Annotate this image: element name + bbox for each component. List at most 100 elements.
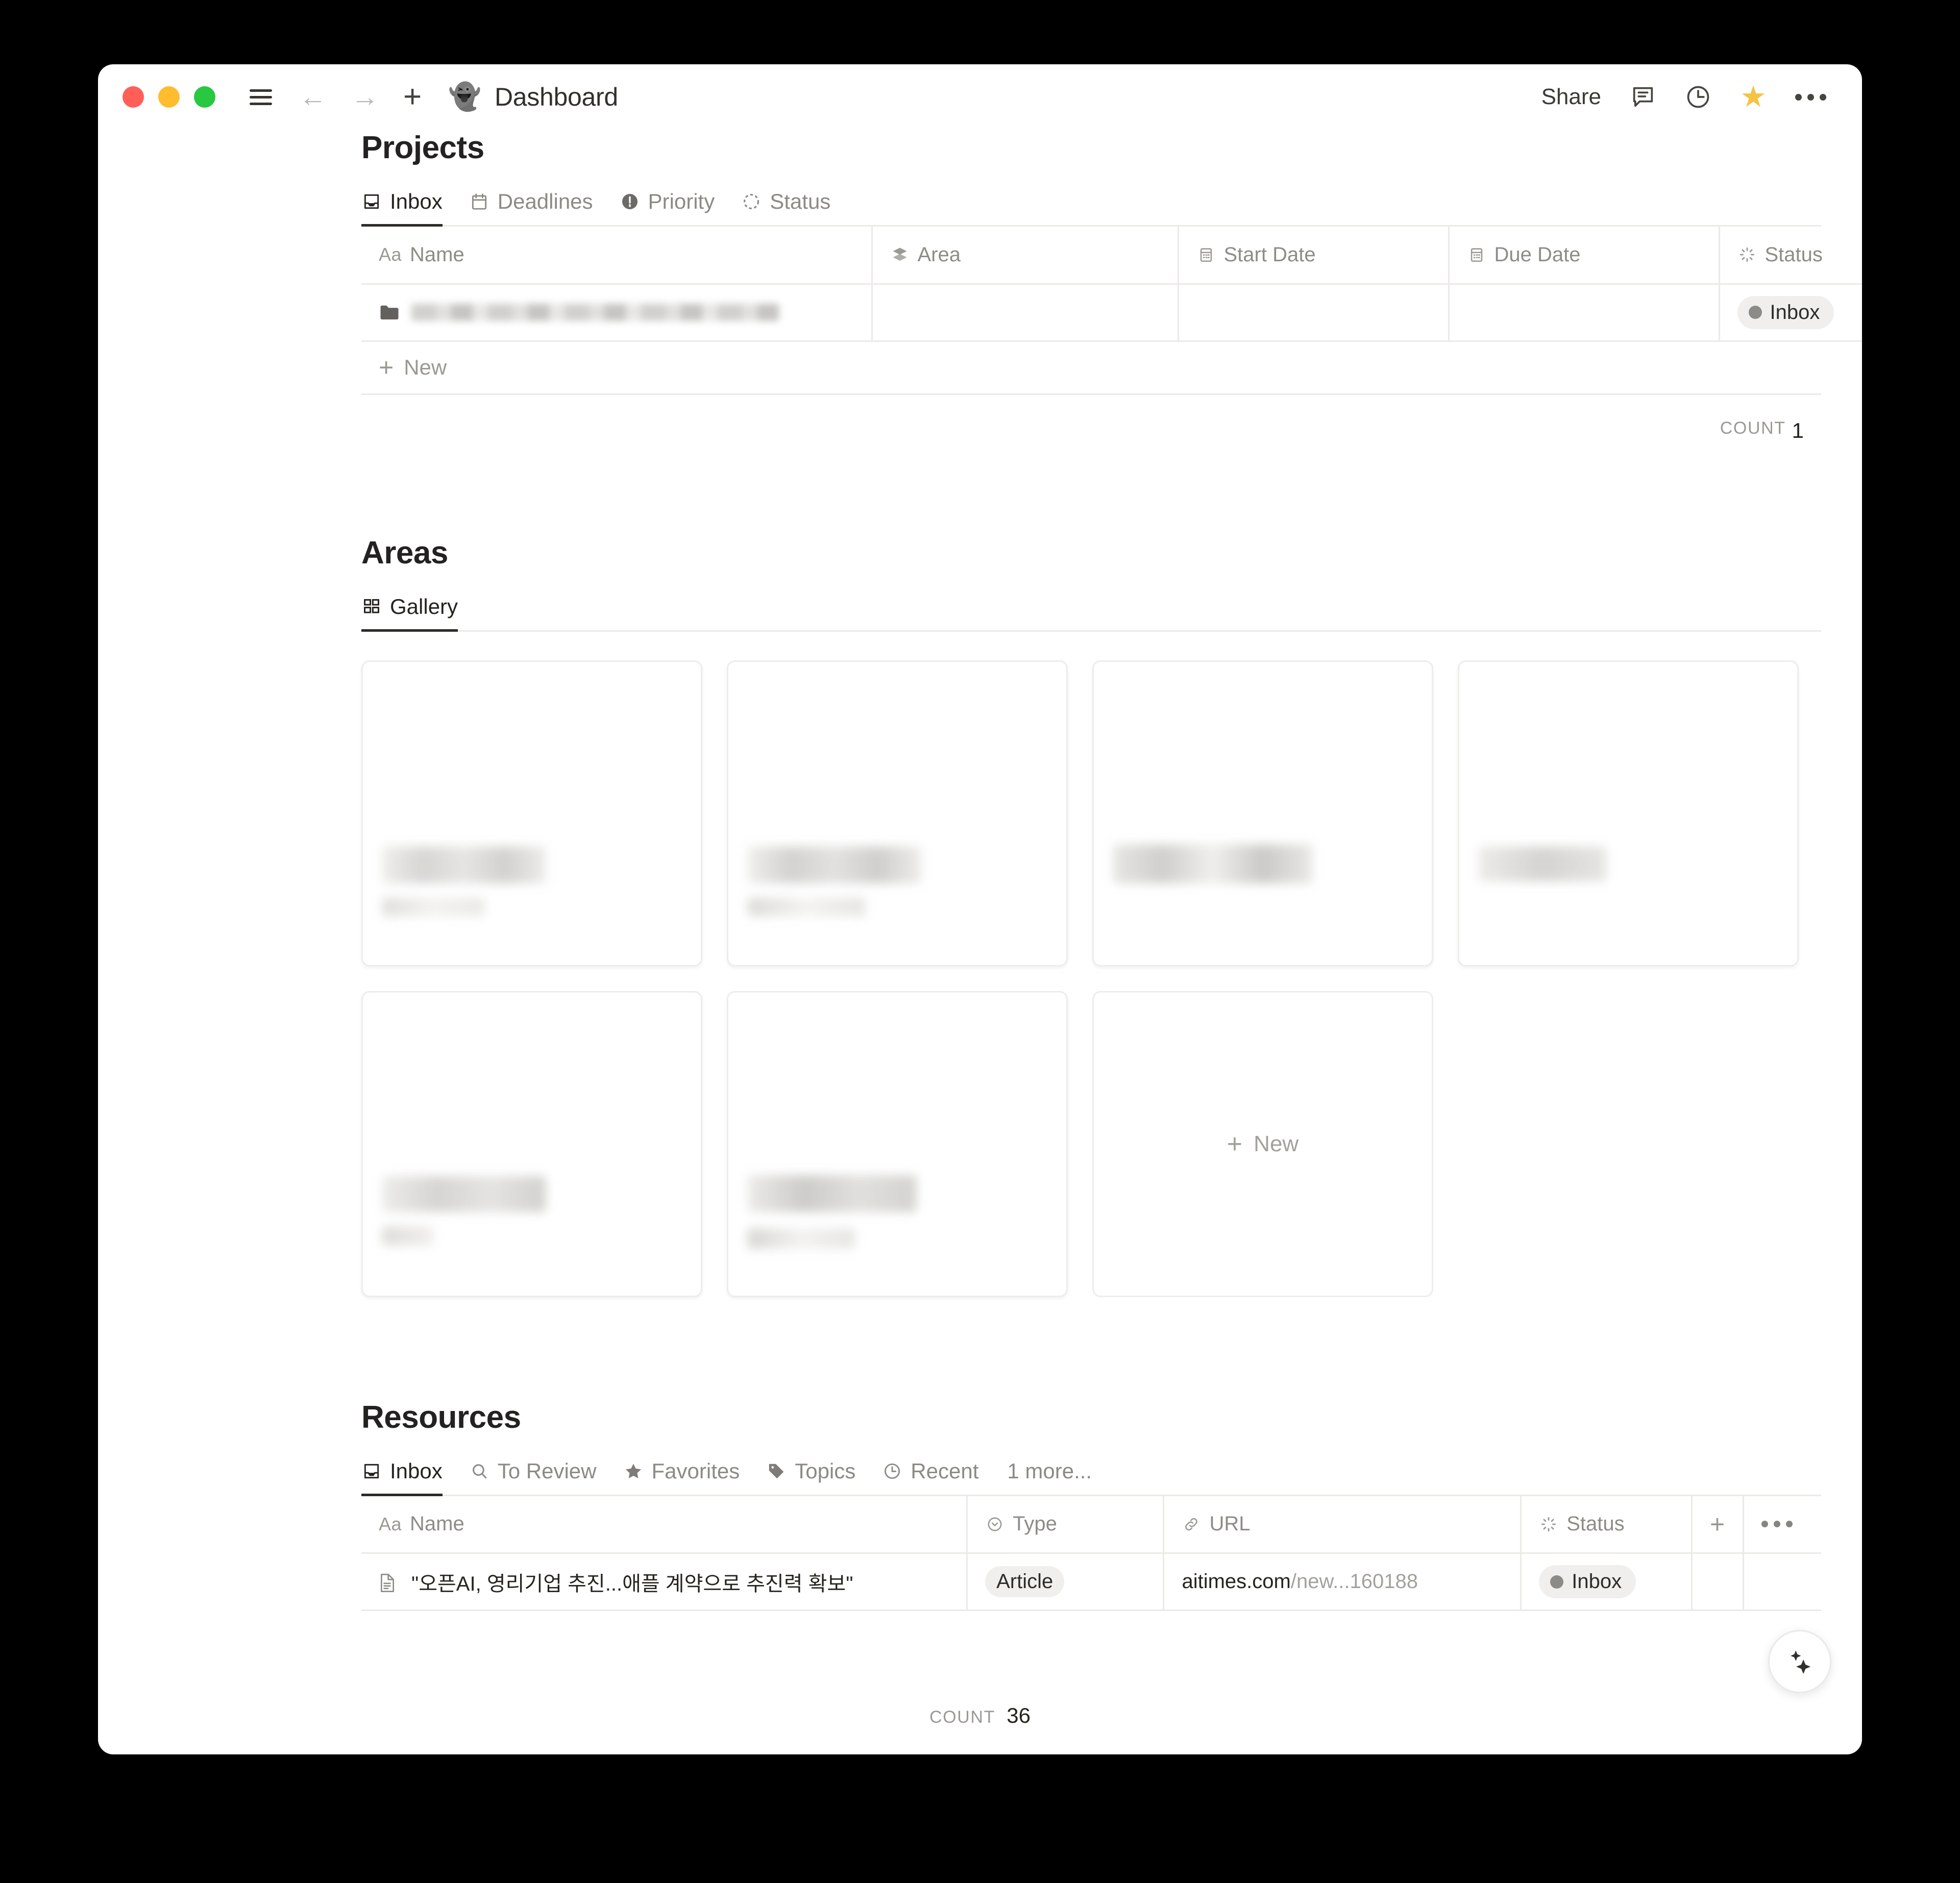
column-header-due-date[interactable]: Due Date [1449, 227, 1720, 285]
tab-resources-topics[interactable]: Topics [766, 1459, 855, 1495]
resources-view-tabs: Inbox To Review Favorites Topics Recent … [361, 1459, 1821, 1496]
column-header-type[interactable]: Type [967, 1496, 1165, 1554]
tab-projects-status[interactable]: Status [741, 189, 830, 225]
status-label: Inbox [1572, 1570, 1622, 1593]
table-row[interactable]: Inbox [361, 284, 1862, 342]
column-header-url[interactable]: URL [1163, 1496, 1522, 1554]
url-path: /new...160188 [1290, 1570, 1418, 1593]
projects-heading: Projects [361, 130, 484, 165]
tab-resources-recent[interactable]: Recent [882, 1459, 978, 1495]
redacted-card-title [748, 846, 921, 883]
tab-resources-favorites[interactable]: Favorites [623, 1459, 740, 1495]
cell-type[interactable]: Article [967, 1553, 1165, 1611]
column-header-name[interactable]: Aa Name [361, 227, 873, 285]
gallery-card[interactable] [1092, 660, 1433, 967]
projects-view-tabs: Inbox Deadlines Priority Status [361, 189, 1821, 227]
tab-resources-inbox[interactable]: Inbox [361, 1458, 443, 1496]
status-badge[interactable]: Inbox [1539, 1565, 1636, 1598]
title-bar: ← → + 👻 Dashboard Share ★ [98, 64, 1862, 130]
more-options-icon [1761, 1521, 1793, 1528]
status-spinner-icon [1737, 245, 1757, 264]
gallery-card[interactable] [727, 660, 1068, 967]
minimize-window-button[interactable] [158, 86, 180, 108]
cell-area[interactable] [872, 284, 1179, 342]
column-label: Name [410, 1513, 464, 1535]
redacted-card-subtitle [382, 1226, 433, 1246]
plus-icon: + [1709, 1509, 1725, 1539]
column-header-name[interactable]: Aa Name [361, 1496, 968, 1554]
tab-projects-deadlines[interactable]: Deadlines [469, 189, 593, 225]
history-clock-icon[interactable] [1685, 84, 1711, 110]
exclamation-circle-icon [620, 191, 640, 212]
redacted-card-subtitle [748, 897, 865, 916]
column-label: Status [1765, 243, 1823, 266]
inbox-tray-icon [361, 1461, 382, 1481]
column-label: Start Date [1223, 243, 1316, 266]
cell-name[interactable]: "오픈AI, 영리기업 추진...애플 계약으로 추진력 확보" [361, 1553, 968, 1611]
table-header-row: Aa Name Type URL Status + [361, 1496, 1821, 1554]
cell-status[interactable]: Inbox [1521, 1553, 1693, 1611]
toolbar-right: Share ★ [1541, 82, 1826, 112]
column-header-status[interactable]: Status [1719, 227, 1862, 285]
redacted-card-subtitle [382, 897, 484, 916]
gallery-card[interactable] [1458, 660, 1799, 967]
clock-icon [882, 1461, 902, 1481]
tab-label: Inbox [390, 1458, 443, 1483]
share-button[interactable]: Share [1541, 84, 1601, 110]
gallery-card[interactable] [361, 660, 702, 967]
tab-projects-inbox[interactable]: Inbox [361, 189, 443, 227]
status-badge[interactable]: Inbox [1737, 295, 1834, 329]
projects-new-row-button[interactable]: + New [361, 342, 1821, 395]
comment-icon[interactable] [1630, 84, 1656, 110]
ai-assistant-button[interactable] [1768, 1630, 1831, 1693]
cell-due-date[interactable] [1449, 284, 1720, 342]
close-window-button[interactable] [122, 86, 144, 108]
gallery-card[interactable] [361, 990, 702, 1297]
back-arrow-icon[interactable]: ← [299, 83, 327, 111]
more-options-icon[interactable] [1795, 93, 1826, 101]
areas-gallery: + New [361, 660, 1821, 1297]
tab-projects-priority[interactable]: Priority [620, 189, 715, 225]
areas-heading: Areas [361, 535, 448, 571]
link-icon [1182, 1515, 1201, 1534]
cell-url[interactable]: aitimes.com/new...160188 [1163, 1553, 1522, 1611]
traffic-lights [122, 86, 215, 108]
redacted-card-subtitle [748, 1228, 855, 1249]
tabs-more-button[interactable]: 1 more... [1005, 1459, 1092, 1495]
cell-name[interactable] [361, 284, 873, 342]
inbox-tray-icon [361, 191, 382, 212]
cell-start-date[interactable] [1178, 284, 1450, 342]
maximize-window-button[interactable] [194, 86, 215, 108]
column-label: URL [1209, 1513, 1251, 1535]
add-column-button[interactable]: + [1692, 1496, 1745, 1554]
tab-label: Status [770, 189, 831, 213]
column-options-button[interactable] [1743, 1496, 1821, 1554]
select-circle-icon [985, 1515, 1004, 1534]
gallery-new-card-button[interactable]: + New [1092, 990, 1433, 1297]
star-icon[interactable]: ★ [1740, 82, 1767, 112]
column-header-status[interactable]: Status [1521, 1496, 1693, 1554]
redacted-card-title [382, 846, 546, 883]
column-label: Due Date [1494, 243, 1581, 266]
column-label: Area [917, 243, 961, 266]
type-badge[interactable]: Article [985, 1566, 1065, 1597]
layers-icon [890, 245, 910, 264]
plus-icon[interactable]: + [403, 81, 422, 113]
gallery-card[interactable] [727, 990, 1068, 1297]
menu-icon[interactable] [247, 83, 275, 111]
cell-status[interactable]: Inbox [1719, 284, 1862, 342]
tab-areas-gallery[interactable]: Gallery [361, 594, 458, 632]
tab-label: Topics [795, 1458, 856, 1483]
new-row-label: New [404, 355, 447, 379]
redacted-card-title [1479, 846, 1606, 881]
table-row[interactable]: "오픈AI, 영리기업 추진...애플 계약으로 추진력 확보" Article… [361, 1553, 1821, 1611]
page-content: Projects Inbox Deadlines Priority Status… [98, 130, 1862, 1611]
tab-resources-to-review[interactable]: To Review [469, 1459, 597, 1495]
column-header-start-date[interactable]: Start Date [1178, 227, 1450, 285]
projects-count: COUNT 1 [361, 395, 1821, 443]
column-header-area[interactable]: Area [872, 227, 1179, 285]
tab-label: Gallery [390, 594, 458, 618]
ghost-icon: 👻 [448, 82, 481, 112]
status-spinner-icon [1539, 1515, 1558, 1534]
forward-arrow-icon[interactable]: → [351, 83, 379, 111]
